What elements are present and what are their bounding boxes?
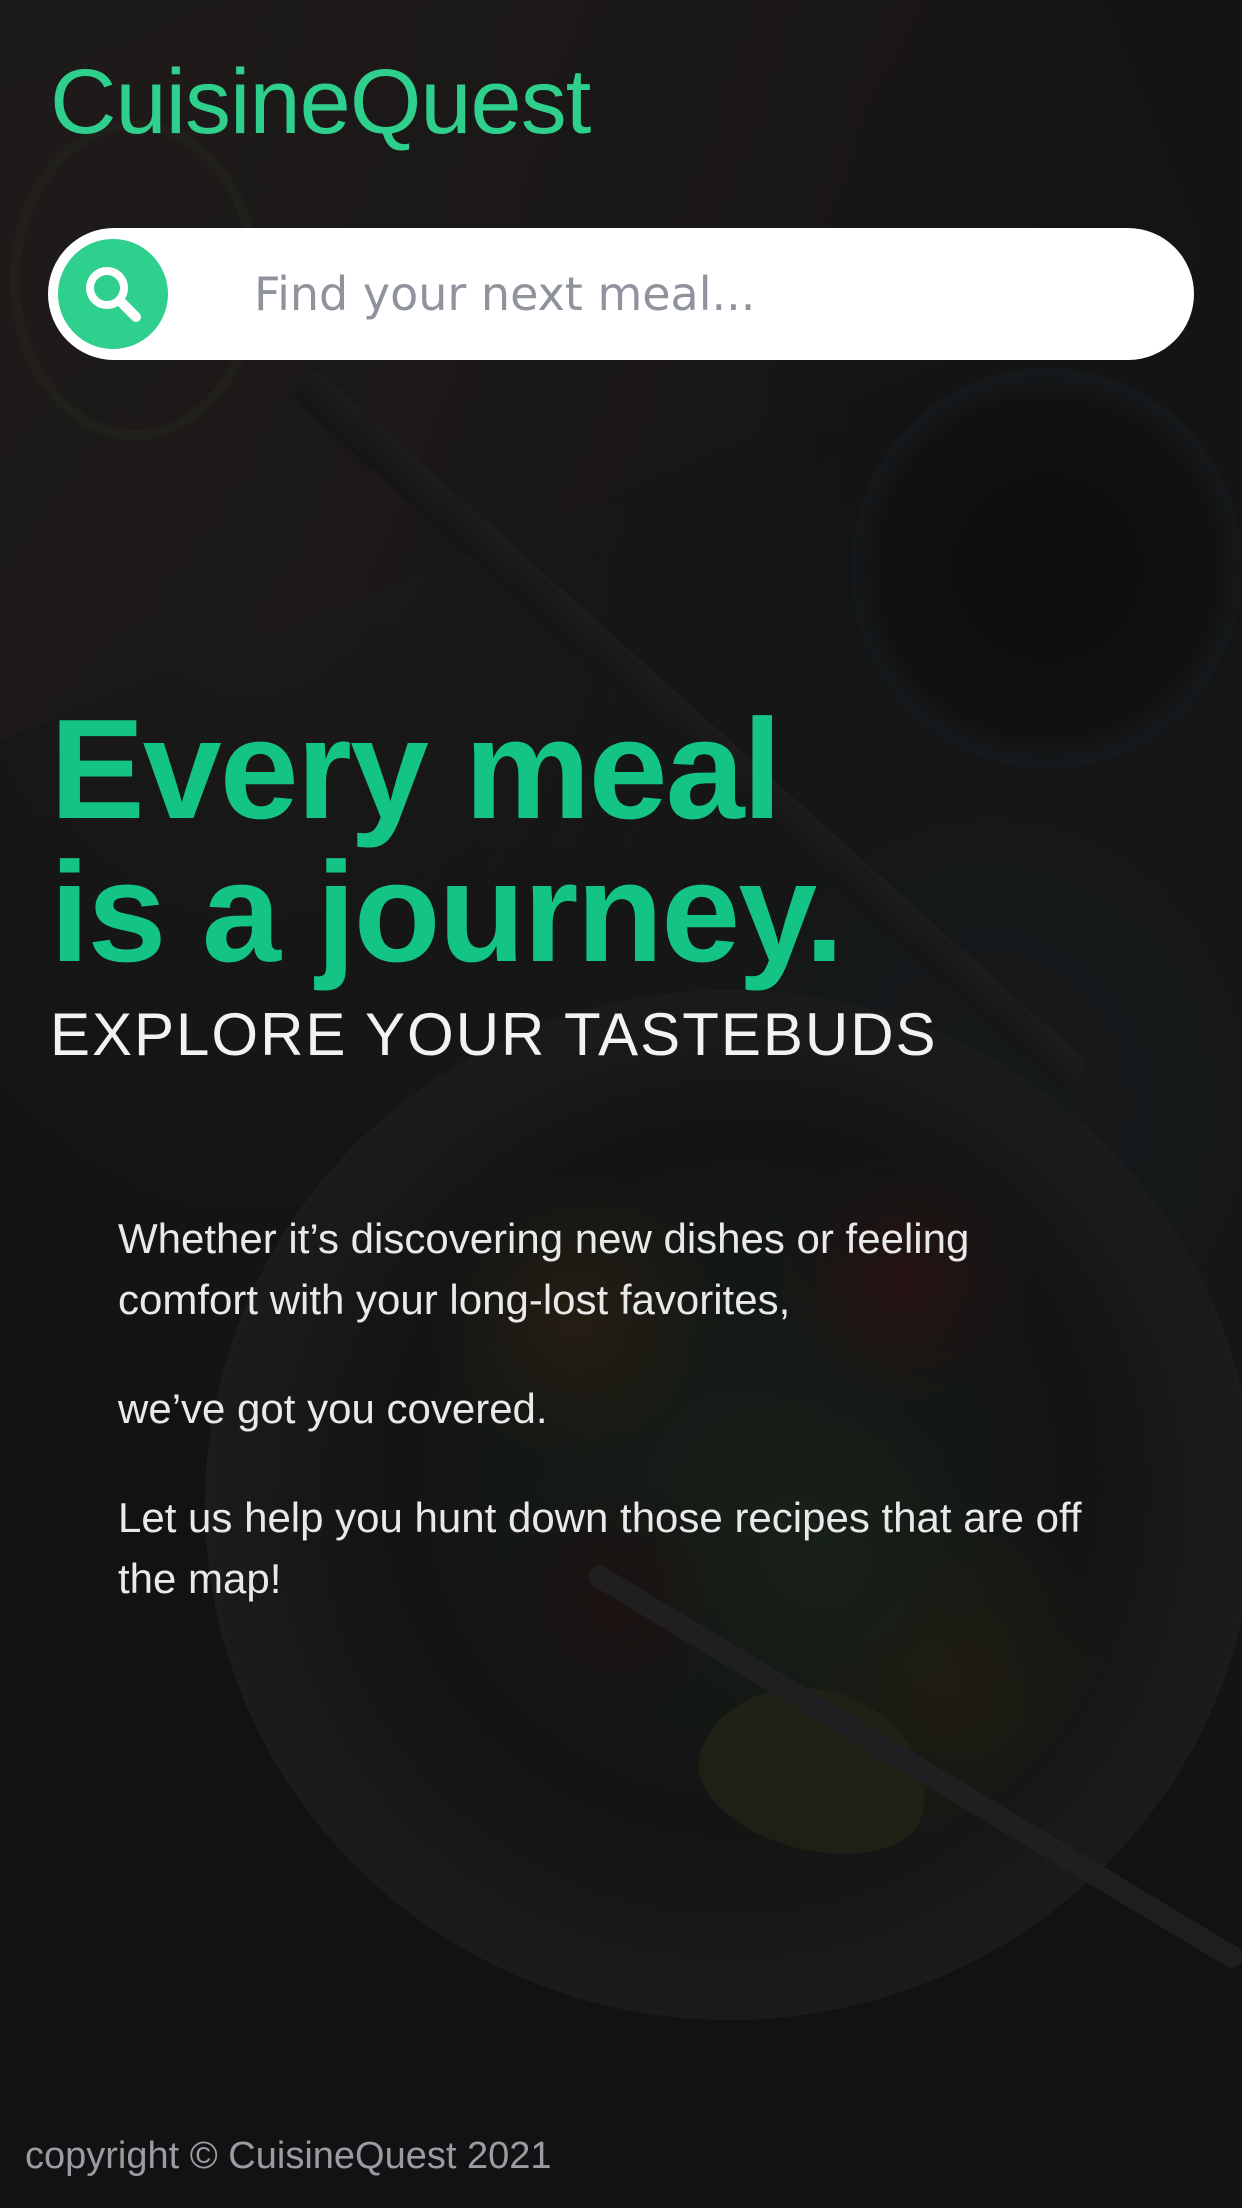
intro-paragraph-2: we’ve got you covered. (118, 1385, 548, 1432)
intro-paragraph-3: Let us help you hunt down those recipes … (118, 1494, 1082, 1602)
search-bar (48, 228, 1194, 360)
search-input[interactable] (254, 256, 1154, 332)
hero-headline-line-2: is a journey. (50, 833, 844, 992)
footer-copyright: copyright © CuisineQuest 2021 (25, 2135, 552, 2177)
site-logo[interactable]: CuisineQuest (50, 52, 591, 152)
hero-subheading: EXPLORE YOUR TASTEBUDS (50, 1001, 938, 1068)
intro-paragraph-1: Whether it’s discovering new dishes or f… (118, 1215, 970, 1323)
hero-headline: Every meal is a journey. (50, 690, 844, 992)
intro-copy: Whether it’s discovering new dishes or f… (118, 1208, 1118, 1657)
search-button[interactable] (58, 239, 168, 349)
hero-headline-line-1: Every meal (50, 690, 782, 849)
search-icon (86, 267, 141, 322)
